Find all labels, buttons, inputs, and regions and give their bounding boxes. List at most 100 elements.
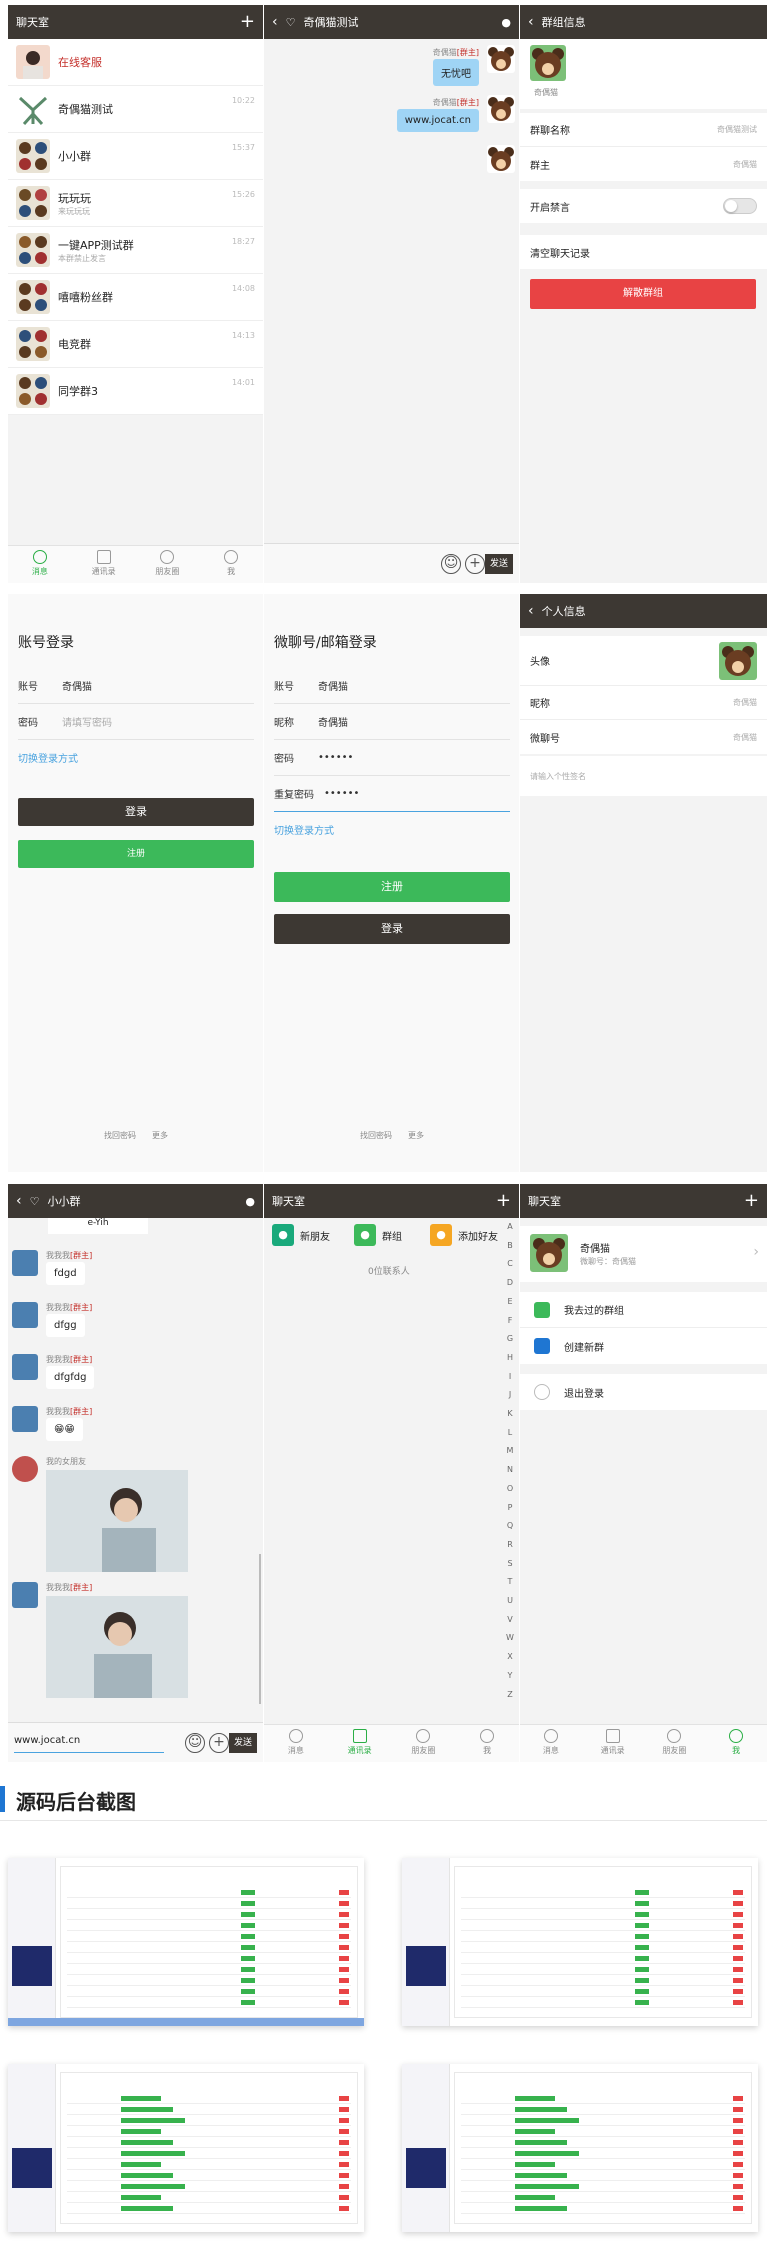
chat-item-4[interactable]: 一键APP测试群 本群禁止发言 18:27 bbox=[8, 227, 263, 274]
delete-button[interactable] bbox=[733, 2184, 743, 2189]
index-letter[interactable]: M bbox=[505, 1442, 515, 1461]
index-letter[interactable]: F bbox=[505, 1312, 515, 1331]
delete-button[interactable] bbox=[339, 2129, 349, 2134]
index-letter[interactable]: U bbox=[505, 1592, 515, 1611]
delete-button[interactable] bbox=[733, 2118, 743, 2123]
index-letter[interactable]: P bbox=[505, 1499, 515, 1518]
switch-login-link[interactable]: 切换登录方式 bbox=[18, 750, 78, 765]
index-letter[interactable]: R bbox=[505, 1536, 515, 1555]
account-field[interactable]: 账号 奇偶猫 bbox=[18, 668, 254, 704]
group-name-row[interactable]: 群聊名称 奇偶猫测试 bbox=[520, 113, 767, 147]
delete-button[interactable] bbox=[339, 1989, 349, 1994]
delete-button[interactable] bbox=[339, 1912, 349, 1917]
index-letter[interactable]: T bbox=[505, 1573, 515, 1592]
delete-button[interactable] bbox=[733, 2173, 743, 2178]
index-letter[interactable]: B bbox=[505, 1237, 515, 1256]
login-button[interactable]: 登录 bbox=[18, 798, 254, 826]
delete-button[interactable] bbox=[733, 2140, 743, 2145]
chat-item-3[interactable]: 玩玩玩 来玩玩玩 15:26 bbox=[8, 180, 263, 227]
delete-button[interactable] bbox=[339, 1890, 349, 1895]
delete-button[interactable] bbox=[339, 2173, 349, 2178]
groups-entry[interactable]: ● 群组 bbox=[354, 1220, 402, 1250]
scrollbar[interactable] bbox=[259, 1554, 261, 1704]
group-members-icon[interactable]: ● bbox=[245, 1195, 255, 1208]
delete-button[interactable] bbox=[733, 2206, 743, 2211]
password-field[interactable]: 密码 请填写密码 bbox=[18, 704, 254, 740]
nickname-row[interactable]: 昵称 奇偶猫 bbox=[520, 686, 767, 720]
back-icon[interactable]: ‹ bbox=[528, 603, 534, 619]
emoji-icon[interactable]: ☺ bbox=[185, 1733, 205, 1753]
delete-button[interactable] bbox=[339, 2118, 349, 2123]
delete-button[interactable] bbox=[339, 2151, 349, 2156]
delete-button[interactable] bbox=[733, 1890, 743, 1895]
tab-messages[interactable]: 消息 bbox=[8, 546, 72, 583]
index-letter[interactable]: Y bbox=[505, 1667, 515, 1686]
delete-button[interactable] bbox=[733, 1934, 743, 1939]
index-letter[interactable]: J bbox=[505, 1386, 515, 1405]
delete-button[interactable] bbox=[339, 2184, 349, 2189]
photo-message[interactable] bbox=[46, 1596, 188, 1698]
delete-button[interactable] bbox=[733, 2107, 743, 2112]
tab-me[interactable]: 我 bbox=[705, 1725, 767, 1762]
back-icon[interactable]: ‹ bbox=[272, 14, 278, 30]
delete-button[interactable] bbox=[339, 1923, 349, 1928]
index-letter[interactable]: H bbox=[505, 1349, 515, 1368]
delete-button[interactable] bbox=[733, 1923, 743, 1928]
mute-toggle[interactable] bbox=[723, 198, 757, 214]
forgot-password-link[interactable]: 找回密码 bbox=[104, 1130, 136, 1141]
index-letter[interactable]: A bbox=[505, 1218, 515, 1237]
plus-icon[interactable]: + bbox=[465, 554, 485, 574]
index-letter[interactable]: I bbox=[505, 1368, 515, 1387]
chat-item-2[interactable]: 小小群 15:37 bbox=[8, 133, 263, 180]
chat-id-row[interactable]: 微聊号 奇偶猫 bbox=[520, 720, 767, 754]
signature-input[interactable]: 请输入个性签名 bbox=[520, 756, 767, 796]
index-letter[interactable]: K bbox=[505, 1405, 515, 1424]
tab-contacts[interactable]: 通讯录 bbox=[72, 546, 136, 583]
chat-item-7[interactable]: 同学群3 14:01 bbox=[8, 368, 263, 415]
delete-button[interactable] bbox=[733, 1912, 743, 1917]
alphabet-index[interactable]: ABCDEFGHIJKLMNOPQRSTUVWXYZ bbox=[505, 1218, 515, 1704]
bear-avatar[interactable] bbox=[530, 45, 566, 81]
nickname-field[interactable]: 昵称 奇偶猫 bbox=[274, 704, 510, 740]
account-field[interactable]: 账号 奇偶猫 bbox=[274, 668, 510, 704]
delete-button[interactable] bbox=[733, 1901, 743, 1906]
delete-button[interactable] bbox=[339, 2195, 349, 2200]
index-letter[interactable]: N bbox=[505, 1461, 515, 1480]
delete-button[interactable] bbox=[339, 2206, 349, 2211]
create-group-item[interactable]: 创建新群 bbox=[520, 1328, 767, 1364]
delete-button[interactable] bbox=[733, 2129, 743, 2134]
login-button[interactable]: 登录 bbox=[274, 914, 510, 944]
chat-item-0[interactable]: 在线客服 bbox=[8, 39, 263, 86]
tab-messages[interactable]: 消息 bbox=[264, 1725, 328, 1762]
index-letter[interactable]: Z bbox=[505, 1686, 515, 1705]
add-icon[interactable]: + bbox=[240, 13, 255, 31]
index-letter[interactable]: S bbox=[505, 1555, 515, 1574]
delete-button[interactable] bbox=[339, 1901, 349, 1906]
chat-item-6[interactable]: 电竞群 14:13 bbox=[8, 321, 263, 368]
add-icon[interactable]: + bbox=[496, 1192, 511, 1210]
plus-icon[interactable]: + bbox=[209, 1733, 229, 1753]
index-letter[interactable]: E bbox=[505, 1293, 515, 1312]
add-icon[interactable]: + bbox=[744, 1192, 759, 1210]
tab-moments[interactable]: 朋友圈 bbox=[136, 546, 200, 583]
delete-button[interactable] bbox=[733, 2096, 743, 2101]
speaker-icon[interactable]: ♡ bbox=[286, 16, 296, 29]
delete-button[interactable] bbox=[339, 2000, 349, 2005]
joined-groups-item[interactable]: 我去过的群组 bbox=[520, 1292, 767, 1328]
index-letter[interactable]: C bbox=[505, 1255, 515, 1274]
send-button[interactable]: 发送 bbox=[229, 1733, 257, 1753]
index-letter[interactable]: X bbox=[505, 1648, 515, 1667]
delete-button[interactable] bbox=[339, 2096, 349, 2101]
password-field[interactable]: 密码 •••••• bbox=[274, 740, 510, 776]
delete-button[interactable] bbox=[339, 2140, 349, 2145]
switch-login-link[interactable]: 切换登录方式 bbox=[274, 822, 334, 837]
tab-me[interactable]: 我 bbox=[199, 546, 263, 583]
chat-item-1[interactable]: 奇偶猫测试 10:22 bbox=[8, 86, 263, 133]
new-friend-entry[interactable]: ● 新朋友 bbox=[272, 1220, 330, 1250]
index-letter[interactable]: L bbox=[505, 1424, 515, 1443]
back-icon[interactable]: ‹ bbox=[528, 14, 534, 30]
dismiss-group-button[interactable]: 解散群组 bbox=[530, 279, 756, 309]
emoji-icon[interactable]: ☺ bbox=[441, 554, 461, 574]
delete-button[interactable] bbox=[733, 2151, 743, 2156]
tab-moments[interactable]: 朋友圈 bbox=[392, 1725, 456, 1762]
